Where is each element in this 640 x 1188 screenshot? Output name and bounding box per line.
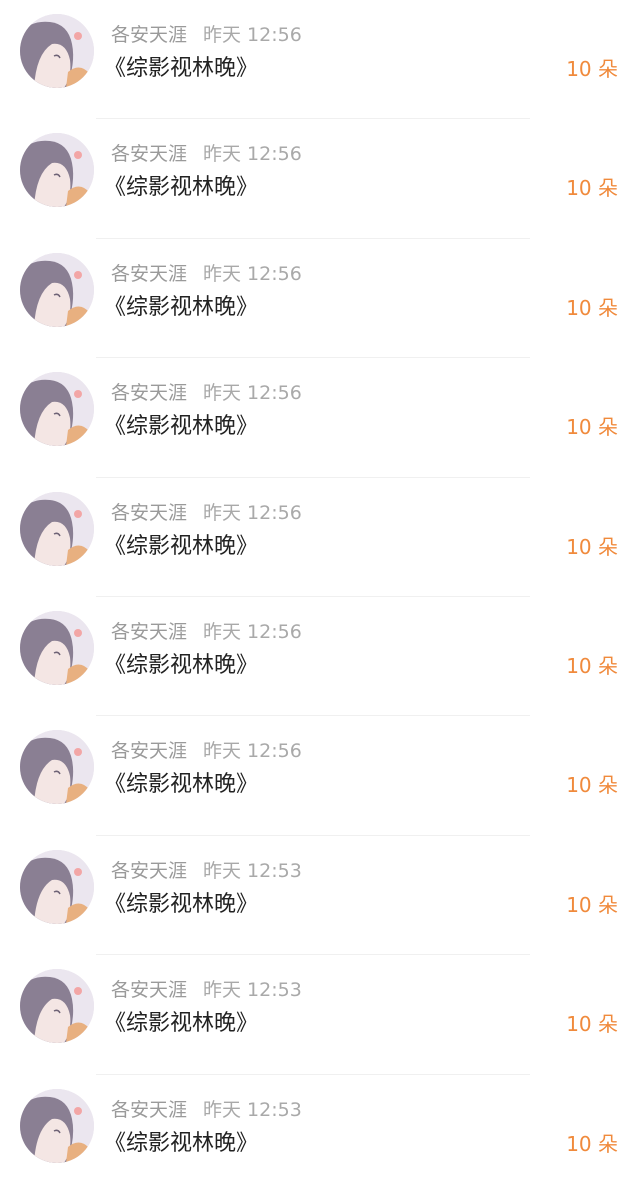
list-item[interactable]: 各安天涯 昨天 12:53 《综影视林晚》 10 朵 — [0, 955, 640, 1075]
meta-line: 各安天涯 昨天 12:56 — [111, 619, 302, 645]
meta-line: 各安天涯 昨天 12:56 — [111, 141, 302, 167]
book-title[interactable]: 《综影视林晚》 — [104, 173, 258, 203]
username[interactable]: 各安天涯 — [111, 621, 187, 643]
meta-line: 各安天涯 昨天 12:53 — [111, 858, 302, 884]
meta-line: 各安天涯 昨天 12:53 — [111, 1097, 302, 1123]
list-item[interactable]: 各安天涯 昨天 12:56 《综影视林晚》 10 朵 — [0, 0, 640, 120]
avatar[interactable] — [20, 14, 94, 88]
timestamp: 昨天 12:53 — [203, 979, 302, 1002]
meta-line: 各安天涯 昨天 12:56 — [111, 261, 302, 287]
avatar[interactable] — [20, 133, 94, 208]
timestamp: 昨天 12:56 — [203, 143, 302, 166]
timestamp: 昨天 12:56 — [203, 740, 302, 763]
username[interactable]: 各安天涯 — [111, 24, 187, 46]
meta-line: 各安天涯 昨天 12:56 — [111, 500, 302, 526]
book-title[interactable]: 《综影视林晚》 — [104, 770, 258, 800]
avatar[interactable] — [20, 252, 94, 327]
book-title[interactable]: 《综影视林晚》 — [104, 1009, 258, 1039]
username[interactable]: 各安天涯 — [111, 502, 187, 524]
username[interactable]: 各安天涯 — [111, 143, 187, 165]
timestamp: 昨天 12:56 — [203, 620, 302, 643]
list-item[interactable]: 各安天涯 昨天 12:56 《综影视林晚》 10 朵 — [0, 119, 640, 239]
flower-count: 10 朵 — [566, 176, 618, 201]
avatar[interactable] — [20, 849, 94, 924]
list-item[interactable]: 各安天涯 昨天 12:56 《综影视林晚》 10 朵 — [0, 239, 640, 359]
flower-count: 10 朵 — [566, 892, 618, 917]
list-item[interactable]: 各安天涯 昨天 12:56 《综影视林晚》 10 朵 — [0, 716, 640, 836]
timestamp: 昨天 12:56 — [203, 501, 302, 524]
book-title[interactable]: 《综影视林晚》 — [104, 532, 258, 562]
list-item[interactable]: 各安天涯 昨天 12:56 《综影视林晚》 10 朵 — [0, 478, 640, 597]
meta-line: 各安天涯 昨天 12:56 — [111, 380, 302, 406]
book-title[interactable]: 《综影视林晚》 — [104, 890, 258, 920]
flower-count: 10 朵 — [566, 415, 618, 440]
username[interactable]: 各安天涯 — [111, 382, 187, 404]
book-title[interactable]: 《综影视林晚》 — [104, 1129, 258, 1159]
list-item[interactable]: 各安天涯 昨天 12:56 《综影视林晚》 10 朵 — [0, 358, 640, 478]
username[interactable]: 各安天涯 — [111, 979, 187, 1001]
book-title[interactable]: 《综影视林晚》 — [104, 293, 258, 323]
avatar[interactable] — [20, 610, 94, 685]
flower-count: 10 朵 — [566, 1012, 618, 1037]
flower-count: 10 朵 — [566, 1131, 618, 1156]
username[interactable]: 各安天涯 — [111, 1099, 187, 1121]
avatar[interactable] — [20, 1088, 94, 1163]
flower-count: 10 朵 — [566, 57, 618, 81]
avatar[interactable] — [20, 969, 94, 1044]
list-item[interactable]: 各安天涯 昨天 12:53 《综影视林晚》 10 朵 — [0, 1075, 640, 1188]
avatar[interactable] — [20, 491, 94, 566]
meta-line: 各安天涯 昨天 12:53 — [111, 977, 302, 1003]
flower-count: 10 朵 — [566, 295, 618, 320]
timestamp: 昨天 12:56 — [203, 24, 302, 46]
timestamp: 昨天 12:56 — [203, 382, 302, 405]
gift-record-list: 各安天涯 昨天 12:56 《综影视林晚》 10 朵 各安天涯 昨天 12:56 《… — [0, 0, 640, 1188]
timestamp: 昨天 12:53 — [203, 859, 302, 882]
username[interactable]: 各安天涯 — [111, 263, 187, 285]
list-item[interactable]: 各安天涯 昨天 12:56 《综影视林晚》 10 朵 — [0, 597, 640, 717]
avatar[interactable] — [20, 372, 94, 447]
list-item[interactable]: 各安天涯 昨天 12:53 《综影视林晚》 10 朵 — [0, 836, 640, 956]
book-title[interactable]: 《综影视林晚》 — [104, 54, 258, 84]
book-title[interactable]: 《综影视林晚》 — [104, 651, 258, 681]
timestamp: 昨天 12:56 — [203, 262, 302, 285]
flower-count: 10 朵 — [566, 653, 618, 678]
book-title[interactable]: 《综影视林晚》 — [104, 412, 258, 442]
avatar[interactable] — [20, 730, 94, 805]
username[interactable]: 各安天涯 — [111, 740, 187, 762]
flower-count: 10 朵 — [566, 773, 618, 798]
meta-line: 各安天涯 昨天 12:56 — [111, 22, 302, 48]
flower-count: 10 朵 — [566, 534, 618, 559]
meta-line: 各安天涯 昨天 12:56 — [111, 738, 302, 764]
username[interactable]: 各安天涯 — [111, 860, 187, 882]
timestamp: 昨天 12:53 — [203, 1098, 302, 1121]
